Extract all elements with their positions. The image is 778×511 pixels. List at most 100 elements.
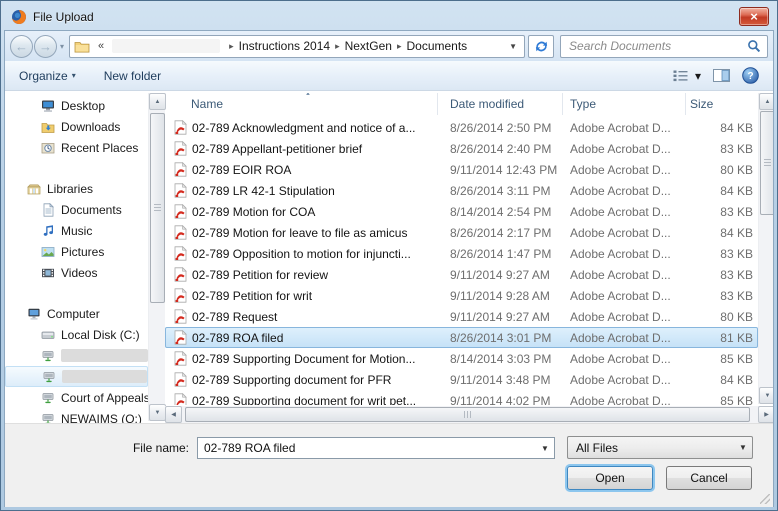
pdf-file-icon	[174, 246, 187, 261]
back-button[interactable]: ←	[10, 35, 33, 58]
file-row[interactable]: 02-789 Petition for writ9/11/2014 9:28 A…	[165, 285, 758, 306]
sidebar-item-pictures[interactable]: Pictures	[5, 241, 148, 262]
preview-pane-button[interactable]	[713, 69, 730, 82]
file-row[interactable]: 02-789 Acknowledgment and notice of a...…	[165, 117, 758, 138]
refresh-button[interactable]	[528, 35, 554, 58]
main-area: DesktopDownloadsRecent Places LibrariesDo…	[5, 91, 773, 423]
sidebar-item-libraries[interactable]: Libraries	[5, 178, 148, 199]
pdf-file-icon	[174, 330, 187, 345]
sidebar-item-redacted-drive[interactable]	[5, 345, 148, 366]
scroll-down-button[interactable]: ▼	[149, 404, 166, 421]
file-row[interactable]: 02-789 Supporting document for PFR9/11/2…	[165, 369, 758, 390]
file-row[interactable]: 02-789 Supporting document for writ pet.…	[165, 390, 758, 405]
file-name-input[interactable]	[198, 440, 536, 456]
file-date-cell: 8/26/2014 2:17 PM	[438, 226, 563, 240]
breadcrumb-overflow-chevron[interactable]: «	[98, 40, 104, 52]
file-type-select[interactable]: All Files ▼	[567, 436, 753, 459]
search-icon[interactable]	[747, 39, 761, 53]
column-header-size[interactable]: Size	[685, 93, 758, 115]
file-type-value: All Files	[568, 441, 734, 455]
pdf-file-icon	[174, 162, 187, 177]
file-date-cell: 9/11/2014 9:27 AM	[438, 310, 563, 324]
sidebar-item-documents[interactable]: Documents	[5, 199, 148, 220]
file-list-vertical-scrollbar[interactable]: ▲ ▼	[758, 93, 773, 404]
address-dropdown-icon[interactable]: ▼	[506, 42, 520, 51]
file-name-cell: 02-789 Request	[166, 309, 438, 324]
scroll-down-icon: ▼	[765, 393, 771, 399]
sidebar-item-videos[interactable]: Videos	[5, 262, 148, 283]
sidebar-item-court-of-appeals[interactable]: Court of Appeals	[5, 387, 148, 408]
scroll-right-button[interactable]: ▶	[758, 406, 773, 423]
breadcrumb[interactable]: « ▸Instructions 2014▸NextGen▸Documents ▼	[69, 35, 525, 58]
sidebar-scrollbar[interactable]: ▲ ▼	[148, 93, 165, 421]
chevron-down-icon: ▾	[72, 71, 76, 80]
title-bar[interactable]: File Upload ×	[4, 4, 774, 30]
sidebar-item-recent-places[interactable]: Recent Places	[5, 137, 148, 158]
column-header-date-modified[interactable]: Date modified	[437, 93, 562, 115]
scrollbar-thumb[interactable]	[150, 113, 165, 303]
new-folder-button[interactable]: New folder	[104, 69, 161, 83]
help-icon: ?	[742, 67, 759, 84]
scroll-down-button[interactable]: ▼	[759, 387, 773, 404]
breadcrumb-segment[interactable]: Documents	[406, 39, 467, 53]
file-name-dropdown-icon[interactable]: ▼	[536, 444, 554, 453]
sidebar-item-desktop[interactable]: Desktop	[5, 95, 148, 116]
scroll-down-icon: ▼	[155, 410, 161, 416]
sidebar-item-computer[interactable]: Computer	[5, 303, 148, 324]
file-size-cell: 84 KB	[686, 184, 758, 198]
scroll-up-button[interactable]: ▲	[759, 93, 773, 110]
organize-menu-button[interactable]: Organize ▾	[19, 69, 76, 83]
breadcrumb-segment[interactable]: Instructions 2014	[239, 39, 330, 53]
views-dropdown-icon[interactable]: ▾	[695, 69, 701, 83]
sidebar-item-music[interactable]: Music	[5, 220, 148, 241]
open-button[interactable]: Open	[567, 466, 653, 490]
sidebar-item-label: NEWAIMS (Q:)	[61, 412, 142, 424]
file-name-cell: 02-789 EOIR ROA	[166, 162, 438, 177]
file-type-cell: Adobe Acrobat D...	[563, 331, 686, 345]
scroll-left-button[interactable]: ◀	[165, 406, 182, 423]
resize-grip-icon[interactable]	[760, 494, 770, 504]
file-row[interactable]: 02-789 Supporting Document for Motion...…	[165, 348, 758, 369]
file-row[interactable]: 02-789 Request9/11/2014 9:27 AMAdobe Acr…	[165, 306, 758, 327]
file-row[interactable]: 02-789 Motion for COA8/14/2014 2:54 PMAd…	[165, 201, 758, 222]
column-header-type[interactable]: Type	[562, 93, 685, 115]
scrollbar-thumb[interactable]	[760, 111, 773, 215]
help-button[interactable]: ?	[742, 67, 759, 84]
sidebar-item-downloads[interactable]: Downloads	[5, 116, 148, 137]
file-row[interactable]: 02-789 Motion for leave to file as amicu…	[165, 222, 758, 243]
close-button[interactable]: ×	[739, 7, 769, 26]
file-row[interactable]: 02-789 ROA filed8/26/2014 3:01 PMAdobe A…	[165, 327, 758, 348]
cancel-button[interactable]: Cancel	[666, 466, 752, 490]
sidebar-spacer	[5, 158, 148, 178]
file-row[interactable]: 02-789 Appellant-petitioner brief8/26/20…	[165, 138, 758, 159]
pictures-icon	[41, 245, 55, 259]
forward-button[interactable]: →	[34, 35, 57, 58]
file-type-cell: Adobe Acrobat D...	[563, 394, 686, 406]
file-name-cell: 02-789 Supporting document for PFR	[166, 372, 438, 387]
network-drive-icon	[41, 391, 55, 405]
file-row[interactable]: 02-789 EOIR ROA9/11/2014 12:43 PMAdobe A…	[165, 159, 758, 180]
scroll-up-button[interactable]: ▲	[149, 93, 166, 110]
column-header-name[interactable]: Name	[165, 93, 437, 115]
search-box[interactable]	[560, 35, 768, 58]
file-type-cell: Adobe Acrobat D...	[563, 142, 686, 156]
sidebar-item-local-disk-c[interactable]: Local Disk (C:)	[5, 324, 148, 345]
computer-icon	[27, 307, 41, 321]
views-button[interactable]: ▾	[673, 69, 701, 83]
breadcrumb-segment[interactable]: NextGen	[345, 39, 392, 53]
pdf-file-icon	[174, 351, 187, 366]
file-name-combobox[interactable]: ▼	[197, 437, 555, 459]
file-row[interactable]: 02-789 LR 42-1 Stipulation8/26/2014 3:11…	[165, 180, 758, 201]
file-list-horizontal-scrollbar[interactable]: ◀ ▶	[165, 406, 773, 423]
search-input[interactable]	[567, 38, 747, 54]
sidebar-item-label: Computer	[47, 307, 100, 321]
sidebar-item-redacted-drive[interactable]	[5, 366, 148, 387]
scrollbar-thumb[interactable]	[185, 407, 750, 422]
recent-pages-dropdown[interactable]: ▾	[60, 42, 64, 51]
forward-icon: →	[39, 39, 52, 54]
file-row[interactable]: 02-789 Opposition to motion for injuncti…	[165, 243, 758, 264]
sidebar-item-newaims-q[interactable]: NEWAIMS (Q:)	[5, 408, 148, 423]
file-row[interactable]: 02-789 Petition for review9/11/2014 9:27…	[165, 264, 758, 285]
file-size-cell: 83 KB	[686, 268, 758, 282]
breadcrumb-separator-icon: ▸	[330, 41, 345, 52]
